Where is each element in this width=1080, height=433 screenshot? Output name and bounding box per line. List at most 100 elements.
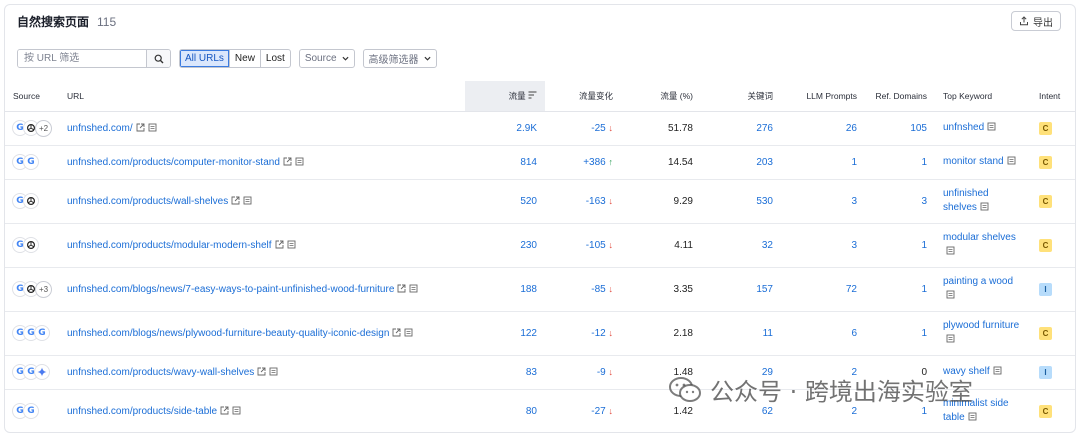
col-llm-prompts[interactable]: LLM Prompts [781,81,865,112]
traffic-value[interactable]: 520 [520,196,537,207]
traffic-value[interactable]: 2.9K [516,123,537,134]
keywords-cell: 62 [701,389,781,432]
col-url[interactable]: URL [59,81,465,112]
source-dropdown[interactable]: Source [298,49,355,68]
external-link-icon[interactable] [392,328,401,337]
url-link[interactable]: unfnshed.com/ [67,123,133,134]
llm-prompts-value[interactable]: 26 [846,123,857,134]
ref-domains-value[interactable]: 1 [921,157,927,168]
url-filter-input[interactable] [18,50,146,67]
serp-details-icon[interactable] [946,246,955,255]
serp-details-icon[interactable] [987,122,996,131]
keywords-value[interactable]: 62 [762,406,773,417]
keywords-value[interactable]: 32 [762,240,773,251]
page-details-icon[interactable] [287,240,296,249]
more-sources-badge[interactable]: +3 [36,281,51,297]
col-traffic-change[interactable]: 流量变化 [545,81,621,112]
url-link[interactable]: unfnshed.com/products/side-table [67,406,217,417]
page-details-icon[interactable] [404,328,413,337]
page-details-icon[interactable] [409,284,418,293]
llm-prompts-value[interactable]: 6 [851,328,857,339]
table-row: G +2 unfnshed.com/2.9K -25 ↓ 51.78 276 26 105 un… [5,111,1075,146]
top-keyword-link[interactable]: plywood furniture [943,320,1019,331]
external-link-icon[interactable] [136,123,145,132]
search-button[interactable] [146,50,170,67]
segment-lost[interactable]: Lost [259,50,290,67]
external-link-icon[interactable] [283,157,292,166]
traffic-change-cell: -25 ↓ [545,111,621,146]
serp-details-icon[interactable] [993,366,1002,375]
col-ref-domains[interactable]: Ref. Domains [865,81,935,112]
page-details-icon[interactable] [232,406,241,415]
export-button[interactable]: 导出 [1011,11,1061,31]
col-traffic-pct[interactable]: 流量 (%) [621,81,701,112]
col-traffic[interactable]: 流量 [465,81,545,112]
traffic-change-value: -12 [591,327,606,339]
llm-prompts-value[interactable]: 72 [846,284,857,295]
external-link-icon[interactable] [397,284,406,293]
llm-prompts-value[interactable]: 2 [851,367,857,378]
external-link-icon[interactable] [257,367,266,376]
ref-domains-value[interactable]: 1 [921,328,927,339]
url-link[interactable]: unfnshed.com/blogs/news/plywood-furnitur… [67,328,389,339]
ref-domains-value[interactable]: 1 [921,284,927,295]
traffic-value[interactable]: 814 [520,157,537,168]
traffic-pct-value: 2.18 [673,327,693,339]
advanced-filter-dropdown[interactable]: 高级筛选器 [362,49,437,68]
keywords-value[interactable]: 530 [756,196,773,207]
page-details-icon[interactable] [243,196,252,205]
ref-domains-value[interactable]: 3 [921,196,927,207]
segment-new[interactable]: New [228,50,260,67]
page-details-icon[interactable] [148,123,157,132]
traffic-change-value: -25 [591,122,606,134]
page-details-icon[interactable] [269,367,278,376]
ref-domains-value[interactable]: 1 [921,406,927,417]
traffic-value[interactable]: 80 [526,406,537,417]
url-cell: unfnshed.com/blogs/news/plywood-furnitur… [59,311,465,356]
top-keyword-link[interactable]: monitor stand [943,156,1004,167]
url-link[interactable]: unfnshed.com/blogs/news/7-easy-ways-to-p… [67,284,394,295]
llm-prompts-value[interactable]: 1 [851,157,857,168]
url-link[interactable]: unfnshed.com/products/wall-shelves [67,196,228,207]
url-link[interactable]: unfnshed.com/products/wavy-wall-shelves [67,367,254,378]
llm-prompts-value[interactable]: 3 [851,196,857,207]
pages-table: Source URL 流量 流量变化 流量 (%) 关键词 LLM Prompt… [5,81,1075,432]
llm-prompts-value[interactable]: 2 [851,406,857,417]
traffic-value[interactable]: 188 [520,284,537,295]
serp-details-icon[interactable] [946,290,955,299]
traffic-value[interactable]: 83 [526,367,537,378]
more-sources-badge[interactable]: +2 [36,120,51,136]
intent-badge: C [1039,326,1052,340]
col-intent[interactable]: Intent [1031,81,1075,112]
top-keyword-link[interactable]: wavy shelf [943,366,990,377]
segment-all-urls[interactable]: All URLs [180,50,229,67]
traffic-pct-value: 1.48 [673,366,693,378]
external-link-icon[interactable] [220,406,229,415]
page-details-icon[interactable] [295,157,304,166]
traffic-value[interactable]: 122 [520,328,537,339]
serp-details-icon[interactable] [1007,156,1016,165]
keywords-value[interactable]: 29 [762,367,773,378]
top-keyword-link[interactable]: modular shelves [943,232,1016,243]
keywords-value[interactable]: 11 [763,328,773,339]
col-keywords[interactable]: 关键词 [701,81,781,112]
serp-details-icon[interactable] [980,202,989,211]
traffic-value[interactable]: 230 [520,240,537,251]
external-link-icon[interactable] [275,240,284,249]
url-link[interactable]: unfnshed.com/products/computer-monitor-s… [67,157,280,168]
external-link-icon[interactable] [231,196,240,205]
llm-prompts-value[interactable]: 3 [851,240,857,251]
url-link[interactable]: unfnshed.com/products/modular-modern-she… [67,240,272,251]
serp-details-icon[interactable] [968,412,977,421]
keywords-value[interactable]: 203 [756,157,773,168]
serp-details-icon[interactable] [946,334,955,343]
traffic-pct-value: 9.29 [673,195,693,207]
ref-domains-value[interactable]: 1 [921,240,927,251]
keywords-value[interactable]: 276 [756,123,773,134]
keywords-value[interactable]: 157 [756,284,773,295]
ref-domains-value[interactable]: 105 [910,123,927,134]
top-keyword-link[interactable]: painting a wood [943,276,1013,287]
top-keyword-link[interactable]: unfnshed [943,122,984,133]
col-top-keyword[interactable]: Top Keyword [935,81,1031,112]
traffic-change-value: +386 [583,156,606,168]
